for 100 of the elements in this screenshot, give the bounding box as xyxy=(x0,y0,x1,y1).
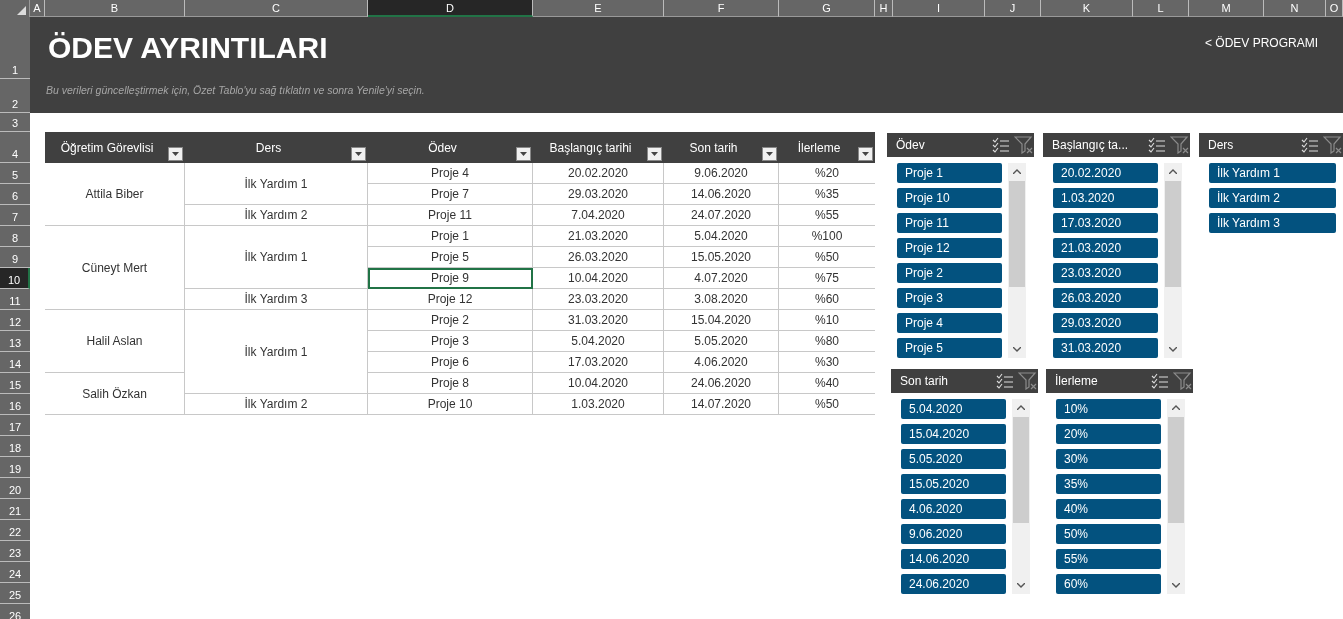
scrollbar[interactable] xyxy=(1012,399,1030,594)
slicer-item[interactable]: 17.03.2020 xyxy=(1053,213,1158,233)
row-header[interactable]: 3 xyxy=(0,113,30,132)
slicer-item[interactable]: 23.03.2020 xyxy=(1053,263,1158,283)
table-cell[interactable]: Proje 9 xyxy=(368,268,533,289)
filter-dropdown-button[interactable] xyxy=(516,147,531,161)
row-header[interactable]: 5 xyxy=(0,163,30,184)
scroll-down-icon[interactable] xyxy=(1172,583,1180,588)
row-header[interactable]: 8 xyxy=(0,226,30,247)
slicer-item[interactable]: Proje 12 xyxy=(897,238,1002,258)
slicer-item[interactable]: 15.04.2020 xyxy=(901,424,1006,444)
slicer-item[interactable]: Proje 1 xyxy=(897,163,1002,183)
row-header[interactable]: 17 xyxy=(0,415,30,436)
clear-filter-icon[interactable] xyxy=(1173,372,1193,390)
scrollbar[interactable] xyxy=(1167,399,1185,594)
scrollbar[interactable] xyxy=(1164,163,1182,358)
select-all-icon[interactable] xyxy=(17,6,26,15)
row-header[interactable]: 7 xyxy=(0,205,30,226)
scroll-up-icon[interactable] xyxy=(1169,169,1177,174)
table-cell[interactable]: Proje 1 xyxy=(368,226,533,247)
scroll-down-icon[interactable] xyxy=(1017,583,1025,588)
slicer-item[interactable]: Proje 11 xyxy=(897,213,1002,233)
slicer-item[interactable]: Proje 4 xyxy=(897,313,1002,333)
table-cell[interactable]: Proje 7 xyxy=(368,184,533,205)
slicer-item[interactable]: 31.03.2020 xyxy=(1053,338,1158,358)
scroll-down-icon[interactable] xyxy=(1013,347,1021,352)
slicer-item[interactable]: 1.03.2020 xyxy=(1053,188,1158,208)
filter-dropdown-button[interactable] xyxy=(351,147,366,161)
table-cell[interactable]: Proje 10 xyxy=(368,394,533,415)
slicer-item[interactable]: 10% xyxy=(1056,399,1161,419)
row-header[interactable]: 12 xyxy=(0,310,30,331)
slicer-item[interactable]: 35% xyxy=(1056,474,1161,494)
multi-select-icon[interactable] xyxy=(1148,137,1166,153)
slicer-item[interactable]: İlk Yardım 3 xyxy=(1209,213,1336,233)
slicer-item[interactable]: 24.06.2020 xyxy=(901,574,1006,594)
row-header[interactable]: 4 xyxy=(0,132,30,163)
multi-select-icon[interactable] xyxy=(996,373,1014,389)
row-header[interactable]: 10 xyxy=(0,268,30,289)
slicer-item[interactable]: Proje 3 xyxy=(897,288,1002,308)
slicer-item[interactable]: 55% xyxy=(1056,549,1161,569)
filter-dropdown-button[interactable] xyxy=(858,147,873,161)
row-header[interactable]: 13 xyxy=(0,331,30,352)
slicer-item[interactable]: 15.05.2020 xyxy=(901,474,1006,494)
row-header[interactable]: 25 xyxy=(0,583,30,604)
table-cell[interactable]: Proje 2 xyxy=(368,310,533,331)
slicer-item[interactable]: İlk Yardım 1 xyxy=(1209,163,1336,183)
filter-dropdown-button[interactable] xyxy=(762,147,777,161)
table-cell[interactable]: Proje 3 xyxy=(368,331,533,352)
slicer-item[interactable]: 9.06.2020 xyxy=(901,524,1006,544)
slicer-item[interactable]: 20.02.2020 xyxy=(1053,163,1158,183)
slicer-item[interactable]: Proje 10 xyxy=(897,188,1002,208)
scroll-up-icon[interactable] xyxy=(1172,405,1180,410)
row-header[interactable]: 23 xyxy=(0,541,30,562)
slicer-item[interactable]: 5.05.2020 xyxy=(901,449,1006,469)
scrollbar[interactable] xyxy=(1008,163,1026,358)
slicer-item[interactable]: 5.04.2020 xyxy=(901,399,1006,419)
slicer-item[interactable]: 60% xyxy=(1056,574,1161,594)
scroll-down-icon[interactable] xyxy=(1169,347,1177,352)
row-header[interactable]: 18 xyxy=(0,436,30,457)
row-header[interactable]: 22 xyxy=(0,520,30,541)
slicer-item[interactable]: 26.03.2020 xyxy=(1053,288,1158,308)
table-cell[interactable]: Proje 11 xyxy=(368,205,533,226)
table-cell[interactable]: Proje 4 xyxy=(368,163,533,184)
scroll-up-icon[interactable] xyxy=(1013,169,1021,174)
row-header[interactable]: 16 xyxy=(0,394,30,415)
row-header[interactable]: 6 xyxy=(0,184,30,205)
slicer-item[interactable]: 4.06.2020 xyxy=(901,499,1006,519)
slicer-item[interactable]: İlk Yardım 2 xyxy=(1209,188,1336,208)
row-header[interactable]: 15 xyxy=(0,373,30,394)
clear-filter-icon[interactable] xyxy=(1018,372,1038,390)
filter-dropdown-button[interactable] xyxy=(647,147,662,161)
row-header[interactable]: 20 xyxy=(0,478,30,499)
back-link[interactable]: < ÖDEV PROGRAMI xyxy=(1204,36,1318,50)
table-cell[interactable]: Proje 5 xyxy=(368,247,533,268)
table-cell[interactable]: Proje 8 xyxy=(368,373,533,394)
slicer-item[interactable]: Proje 2 xyxy=(897,263,1002,283)
multi-select-icon[interactable] xyxy=(1301,137,1319,153)
row-header[interactable]: 14 xyxy=(0,352,30,373)
clear-filter-icon[interactable] xyxy=(1323,136,1343,154)
filter-dropdown-button[interactable] xyxy=(168,147,183,161)
row-header[interactable]: 24 xyxy=(0,562,30,583)
column-header[interactable]: D xyxy=(368,0,533,17)
clear-filter-icon[interactable] xyxy=(1014,136,1034,154)
slicer-item[interactable]: 20% xyxy=(1056,424,1161,444)
multi-select-icon[interactable] xyxy=(992,137,1010,153)
scroll-up-icon[interactable] xyxy=(1017,405,1025,410)
slicer-item[interactable]: 50% xyxy=(1056,524,1161,544)
row-header[interactable]: 21 xyxy=(0,499,30,520)
table-cell[interactable]: Proje 12 xyxy=(368,289,533,310)
row-header[interactable]: 19 xyxy=(0,457,30,478)
slicer-item[interactable]: 29.03.2020 xyxy=(1053,313,1158,333)
table-cell[interactable]: Proje 6 xyxy=(368,352,533,373)
slicer-item[interactable]: 30% xyxy=(1056,449,1161,469)
multi-select-icon[interactable] xyxy=(1151,373,1169,389)
slicer-item[interactable]: 40% xyxy=(1056,499,1161,519)
slicer-item[interactable]: 21.03.2020 xyxy=(1053,238,1158,258)
row-header[interactable]: 11 xyxy=(0,289,30,310)
slicer-item[interactable]: Proje 5 xyxy=(897,338,1002,358)
clear-filter-icon[interactable] xyxy=(1170,136,1190,154)
slicer-item[interactable]: 14.06.2020 xyxy=(901,549,1006,569)
